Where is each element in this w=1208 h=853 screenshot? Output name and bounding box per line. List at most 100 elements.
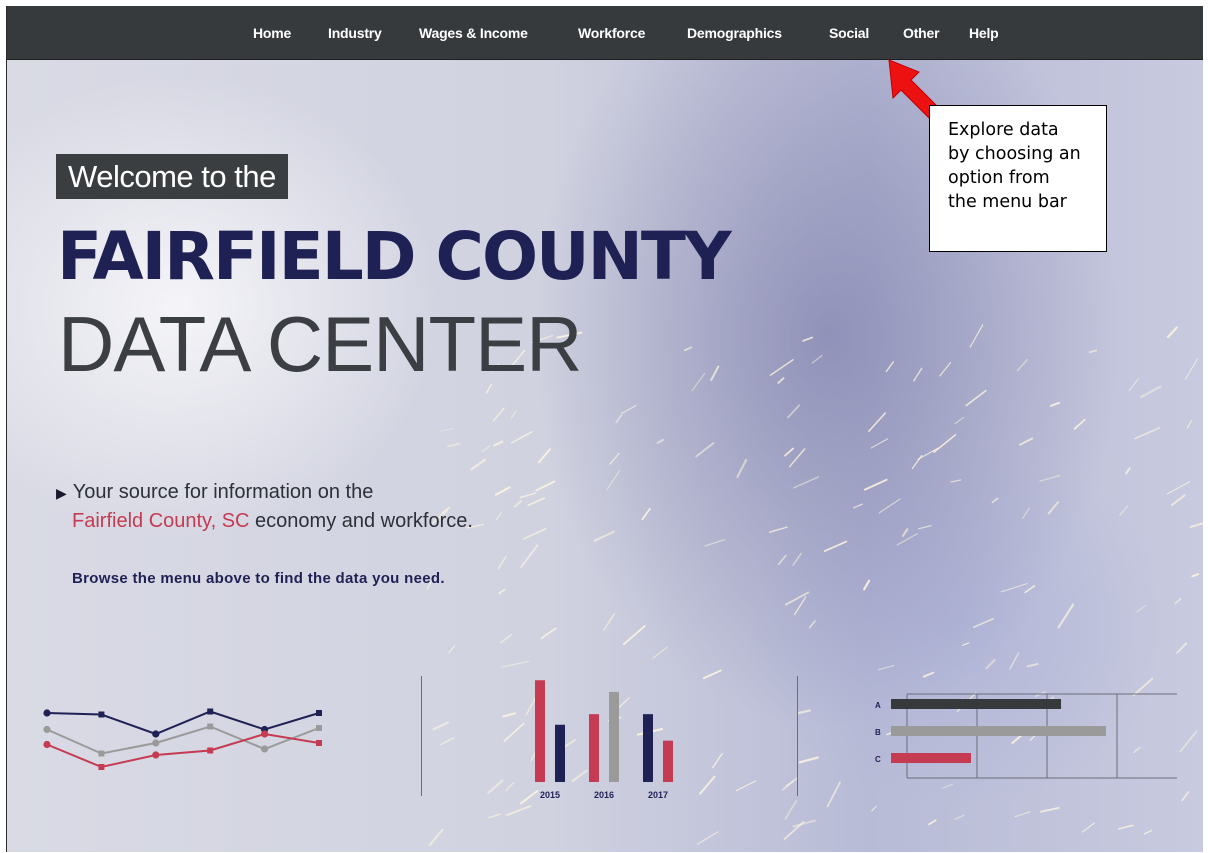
spark bbox=[710, 365, 720, 381]
data-point bbox=[43, 709, 51, 717]
data-point bbox=[316, 740, 322, 746]
spark bbox=[1088, 349, 1098, 354]
decorative-line-chart bbox=[43, 708, 322, 770]
spark bbox=[652, 646, 668, 659]
spark bbox=[1081, 822, 1095, 833]
page-subtitle: DATA CENTER bbox=[58, 300, 582, 388]
page-frame: Home Industry Wages & Income Workforce D… bbox=[6, 6, 1203, 852]
spark bbox=[606, 470, 621, 491]
spark bbox=[641, 507, 651, 521]
welcome-label: Welcome to the bbox=[56, 154, 288, 199]
nav-demographics[interactable]: Demographics bbox=[687, 25, 782, 41]
spark bbox=[500, 633, 513, 644]
nav-industry[interactable]: Industry bbox=[328, 25, 382, 41]
spark bbox=[896, 533, 918, 546]
spark bbox=[1118, 824, 1134, 830]
spark bbox=[496, 512, 502, 521]
spark bbox=[699, 775, 716, 795]
spark bbox=[1021, 507, 1031, 520]
spark bbox=[1174, 597, 1182, 605]
spark bbox=[796, 709, 811, 715]
spark bbox=[852, 503, 864, 509]
category-label: B bbox=[875, 728, 881, 737]
spark bbox=[863, 478, 888, 491]
spark bbox=[950, 479, 962, 483]
spark bbox=[712, 752, 723, 769]
spark bbox=[826, 781, 841, 808]
nav-wages-income[interactable]: Wages & Income bbox=[419, 25, 528, 41]
spark bbox=[933, 434, 957, 453]
spark bbox=[1019, 437, 1034, 446]
spark bbox=[811, 354, 823, 364]
spark bbox=[1140, 385, 1162, 399]
data-point bbox=[98, 711, 105, 718]
spark bbox=[494, 486, 511, 496]
data-point bbox=[316, 710, 322, 716]
spark bbox=[493, 440, 504, 447]
spark bbox=[1024, 585, 1036, 594]
callout-line: Explore data bbox=[948, 120, 1059, 140]
spark bbox=[871, 805, 877, 812]
callout-annotation: Explore data by choosing an option from … bbox=[929, 105, 1107, 252]
spark bbox=[520, 544, 539, 568]
spark bbox=[537, 448, 551, 464]
spark bbox=[928, 819, 937, 826]
spark bbox=[1049, 401, 1061, 407]
data-point bbox=[261, 745, 269, 753]
spark bbox=[448, 645, 456, 654]
data-point bbox=[261, 730, 269, 738]
spark bbox=[432, 721, 450, 731]
spark bbox=[695, 442, 715, 458]
spark bbox=[593, 530, 615, 542]
spark bbox=[488, 813, 501, 819]
spark bbox=[1014, 811, 1031, 818]
spark bbox=[1119, 505, 1128, 516]
spark bbox=[1184, 357, 1199, 380]
bar bbox=[891, 726, 1106, 736]
triangle-right-icon: ▶ bbox=[56, 485, 67, 501]
spark bbox=[769, 526, 788, 533]
spark bbox=[470, 458, 487, 471]
nav-social[interactable]: Social bbox=[829, 25, 869, 41]
spark bbox=[505, 781, 515, 792]
chart-divider bbox=[797, 676, 798, 796]
spark bbox=[1039, 474, 1061, 482]
bar bbox=[891, 699, 1061, 709]
nav-other[interactable]: Other bbox=[903, 25, 940, 41]
spark bbox=[622, 625, 646, 646]
spark bbox=[1125, 467, 1131, 475]
spark bbox=[481, 445, 491, 453]
spark bbox=[535, 480, 556, 492]
nav-help[interactable]: Help bbox=[969, 25, 999, 41]
spark bbox=[793, 476, 820, 489]
spark bbox=[885, 361, 895, 373]
page-title: FAIRFIELD COUNTY bbox=[57, 218, 732, 295]
spark bbox=[878, 498, 901, 514]
spark bbox=[1171, 494, 1186, 506]
spark bbox=[792, 552, 802, 566]
spark bbox=[1176, 642, 1188, 654]
data-point bbox=[207, 747, 214, 754]
category-label: C bbox=[875, 755, 881, 764]
data-point bbox=[152, 751, 160, 759]
spark bbox=[917, 447, 939, 460]
top-navigation-bar: Home Industry Wages & Income Workforce D… bbox=[7, 6, 1203, 60]
spark bbox=[777, 377, 785, 384]
spark bbox=[1136, 604, 1147, 613]
data-point bbox=[98, 764, 105, 770]
nav-workforce[interactable]: Workforce bbox=[578, 25, 645, 41]
series-line bbox=[46, 725, 320, 755]
spark bbox=[621, 404, 637, 414]
spark bbox=[1179, 729, 1198, 753]
spark bbox=[808, 620, 816, 629]
spark bbox=[1181, 790, 1190, 802]
data-point bbox=[98, 750, 105, 757]
spark bbox=[985, 658, 996, 670]
spark bbox=[1166, 326, 1178, 339]
nav-home[interactable]: Home bbox=[253, 25, 291, 41]
spark bbox=[973, 617, 995, 628]
spark bbox=[603, 613, 616, 631]
spark bbox=[1186, 420, 1192, 429]
spark bbox=[1166, 481, 1191, 495]
spark bbox=[802, 336, 814, 342]
